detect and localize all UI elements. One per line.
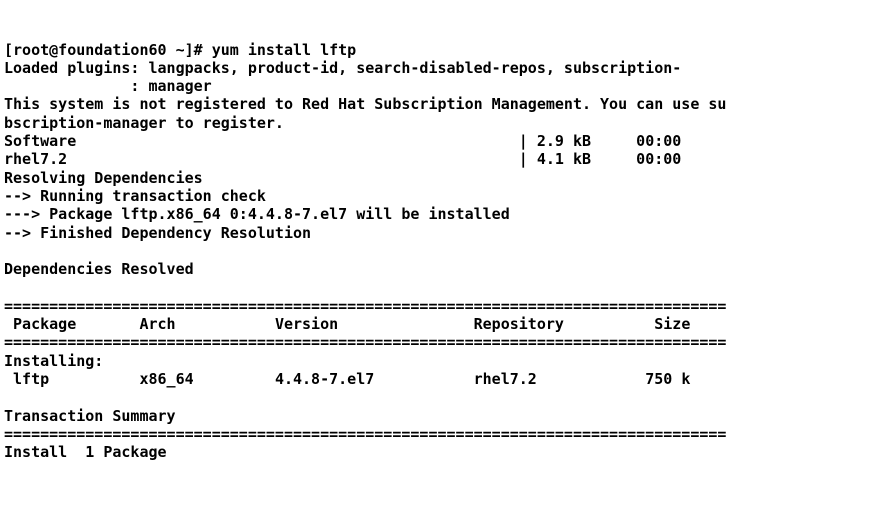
txn-summary-header: Transaction Summary [4,407,176,425]
terminal-output: [root@foundation60 ~]# yum install lftp … [4,41,884,462]
col-package: Package [13,315,76,333]
resolving-header: Resolving Dependencies [4,169,203,187]
cell-package: lftp [13,370,49,388]
cell-arch: x86_64 [139,370,193,388]
loaded-plugins-line: Loaded plugins: langpacks, product-id, s… [4,59,681,77]
repo-row: rhel7.2 | 4.1 kB 00:00 [4,150,681,168]
cell-version: 4.4.8-7.el7 [275,370,374,388]
repo-name: rhel7.2 [4,150,67,168]
hr-line: ========================================… [4,333,726,351]
cell-size: 750 k [645,370,690,388]
shell-prompt: [root@foundation60 ~]# [4,41,203,59]
resolving-step: --> Finished Dependency Resolution [4,224,311,242]
resolving-step: ---> Package lftp.x86_64 0:4.4.8-7.el7 w… [4,205,510,223]
table-header: Package Arch Version Repository Size [4,315,690,333]
repo-time: 00:00 [636,150,681,168]
command-text: yum install lftp [212,41,357,59]
resolving-step: --> Running transaction check [4,187,266,205]
cell-repo: rhel7.2 [474,370,537,388]
repo-size: | 4.1 kB [519,150,591,168]
col-arch: Arch [139,315,175,333]
loaded-plugins-line: : manager [4,77,212,95]
installing-label: Installing: [4,352,103,370]
col-size: Size [654,315,690,333]
hr-line: ========================================… [4,425,726,443]
col-version: Version [275,315,338,333]
repo-row: Software | 2.9 kB 00:00 [4,132,681,150]
table-row: lftp x86_64 4.4.8-7.el7 rhel7.2 750 k [4,370,690,388]
repo-size: | 2.9 kB [519,132,591,150]
install-count: Install 1 Package [4,443,167,461]
repo-time: 00:00 [636,132,681,150]
hr-line: ========================================… [4,297,726,315]
repo-name: Software [4,132,76,150]
col-repo: Repository [474,315,564,333]
registration-warning: bscription-manager to register. [4,114,284,132]
registration-warning: This system is not registered to Red Hat… [4,95,726,113]
deps-resolved: Dependencies Resolved [4,260,194,278]
